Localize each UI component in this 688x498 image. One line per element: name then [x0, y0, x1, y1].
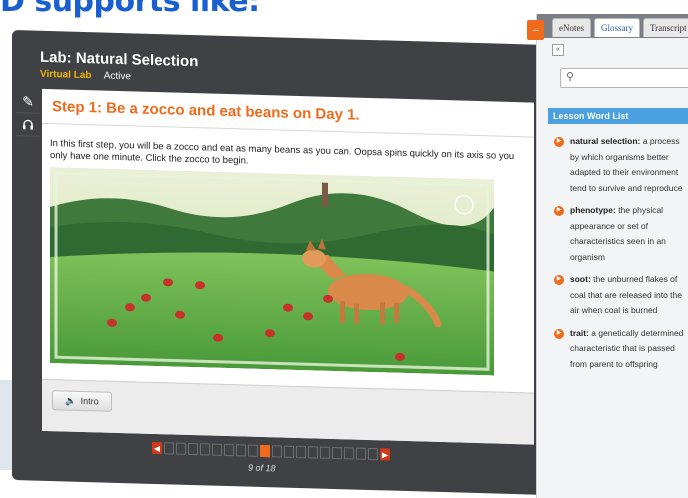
page-box[interactable]	[188, 442, 198, 456]
search-input[interactable]: ⚲	[560, 68, 688, 88]
tab-enotes[interactable]: eNotes	[552, 18, 591, 37]
speaker-icon: 🔈	[65, 394, 77, 406]
word-item[interactable]: ▶ soot: the unburned flakes of coal that…	[554, 272, 688, 319]
play-icon: ▶	[554, 137, 564, 147]
lab-status: Active	[103, 70, 131, 83]
word-item[interactable]: ▶ trait: a genetically determined charac…	[554, 326, 688, 373]
side-toolbar: ✎	[16, 90, 40, 137]
page-box[interactable]	[224, 443, 234, 457]
page-box[interactable]	[200, 443, 210, 456]
page-box-current[interactable]	[260, 444, 270, 458]
page-headline: D supports like:	[0, 0, 260, 19]
page-box[interactable]	[344, 447, 354, 460]
word-item[interactable]: ▶ phenotype: the physical appearance or …	[554, 203, 688, 265]
headphones-icon[interactable]	[16, 113, 40, 137]
page-box[interactable]	[176, 442, 186, 455]
tab-transcript[interactable]: Transcript	[643, 18, 688, 37]
lab-content: Step 1: Be a zocco and eat beans on Day …	[42, 88, 534, 445]
content-footer: 🔈 Intro	[42, 378, 534, 445]
word-list-header: Lesson Word List	[548, 108, 688, 124]
page-box[interactable]	[272, 445, 282, 458]
pencil-icon[interactable]: ✎	[16, 90, 40, 114]
page-count: 9 of 18	[248, 462, 276, 474]
page-box[interactable]	[212, 443, 222, 456]
page-box[interactable]	[356, 447, 366, 460]
collapse-icon[interactable]: «	[552, 44, 564, 56]
word-term: natural selection:	[570, 136, 641, 146]
page-box[interactable]	[320, 446, 330, 459]
play-icon: ▶	[554, 328, 564, 339]
minimize-icon[interactable]: –	[527, 20, 544, 40]
page-box[interactable]	[308, 446, 318, 459]
step-title: Step 1: Be a zocco and eat beans on Day …	[52, 97, 360, 124]
page-box[interactable]	[368, 447, 378, 461]
step-pager: ◀ ▶	[152, 441, 390, 461]
search-icon: ⚲	[566, 71, 575, 83]
intro-button[interactable]: 🔈 Intro	[52, 390, 112, 412]
play-icon: ▶	[554, 275, 564, 285]
page-box[interactable]	[248, 444, 258, 457]
word-item[interactable]: ▶ natural selection: a process by which …	[554, 134, 688, 196]
page-box[interactable]	[284, 445, 294, 458]
page-box[interactable]	[236, 444, 246, 457]
arrow-right-icon[interactable]: ▶	[380, 448, 390, 461]
page-box[interactable]	[332, 446, 342, 460]
sidebar-tabs: eNotes Glossary Transcript	[552, 18, 688, 37]
page-box[interactable]	[296, 445, 306, 459]
lab-subtitle: Virtual Lab Active	[40, 69, 131, 83]
word-term: trait:	[570, 327, 589, 338]
word-term: phenotype:	[570, 205, 616, 215]
lab-panel: Lab: Natural Selection Virtual Lab Activ…	[12, 30, 558, 496]
lab-type: Virtual Lab	[40, 68, 92, 82]
page-box[interactable]	[164, 442, 174, 455]
volcano-plume	[322, 182, 328, 207]
intro-label: Intro	[80, 395, 99, 407]
play-icon: ▶	[554, 206, 564, 216]
arrow-left-icon[interactable]: ◀	[152, 441, 162, 455]
word-list: ▶ natural selection: a process by which …	[554, 134, 688, 379]
simulation-scene[interactable]	[50, 167, 494, 376]
tab-glossary[interactable]: Glossary	[594, 18, 640, 37]
lab-title: Lab: Natural Selection	[40, 48, 199, 71]
word-term: soot:	[570, 274, 591, 284]
